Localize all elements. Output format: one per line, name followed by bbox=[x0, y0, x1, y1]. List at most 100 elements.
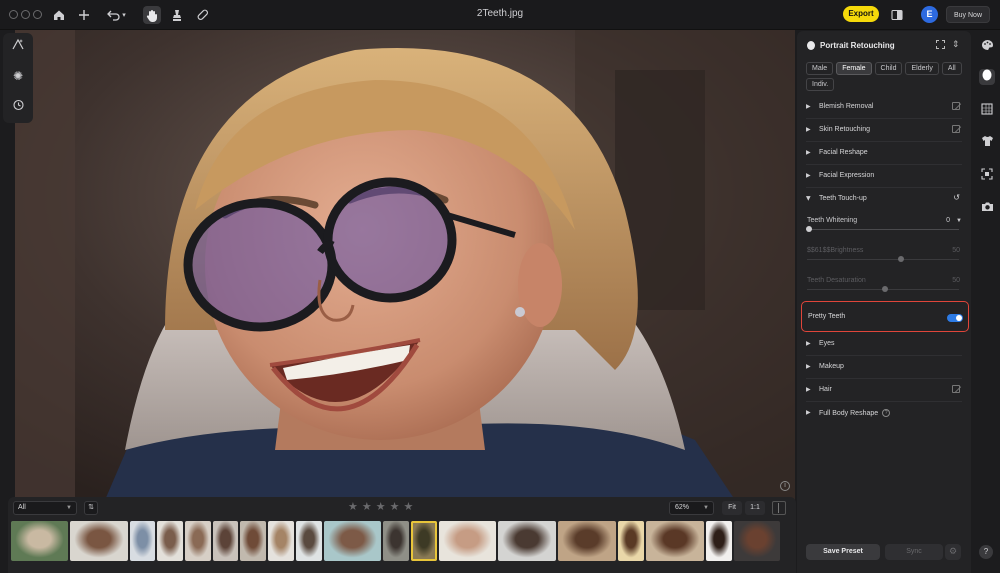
palette-icon[interactable] bbox=[979, 39, 995, 55]
thumbnail[interactable] bbox=[411, 521, 437, 561]
thumbnail[interactable] bbox=[157, 521, 183, 561]
section-makeup[interactable]: ▶ Makeup bbox=[806, 356, 962, 379]
tab-male[interactable]: Male bbox=[806, 62, 834, 75]
thumbnail[interactable] bbox=[498, 521, 556, 561]
section-label-text: Full Body Reshape bbox=[819, 409, 879, 417]
panel-header: Portrait Retouching ⇕ bbox=[797, 31, 971, 59]
edit-icon[interactable] bbox=[952, 102, 960, 110]
slider-label: $$61$$Brightness bbox=[807, 247, 864, 254]
clothing-icon[interactable] bbox=[979, 135, 995, 151]
thumbnail[interactable] bbox=[130, 521, 155, 561]
buy-now-button[interactable]: Buy Now bbox=[946, 6, 990, 23]
close-window-button[interactable] bbox=[9, 10, 18, 19]
crop-focus-icon[interactable] bbox=[979, 168, 995, 184]
portrait-photo bbox=[15, 30, 795, 500]
background-icon[interactable] bbox=[979, 103, 995, 119]
undo-history-chevron-icon[interactable]: ▾ bbox=[120, 7, 128, 23]
fit-button[interactable]: Fit bbox=[722, 501, 742, 515]
ai-magic-icon[interactable] bbox=[10, 38, 26, 54]
pretty-teeth-toggle[interactable] bbox=[947, 314, 963, 322]
chevron-down-icon: ▼ bbox=[703, 505, 709, 511]
help-icon[interactable]: ? bbox=[882, 409, 891, 417]
star-icon[interactable]: ★ bbox=[362, 500, 372, 513]
teeth-brightness-slider: $$61$$Brightness 50 bbox=[806, 247, 962, 275]
info-icon[interactable]: i bbox=[780, 481, 790, 491]
adjust-light-icon[interactable]: ✺ bbox=[10, 68, 26, 84]
help-icon[interactable]: ? bbox=[979, 545, 993, 559]
zoom-select[interactable]: 62% ▼ bbox=[669, 501, 714, 515]
tab-individual[interactable]: Indiv. bbox=[806, 78, 835, 91]
face-select-icon[interactable] bbox=[936, 40, 945, 49]
star-icon[interactable]: ★ bbox=[404, 500, 414, 513]
expand-collapse-icon[interactable]: ⇕ bbox=[952, 39, 960, 50]
reset-icon[interactable]: ↺ bbox=[953, 193, 960, 202]
section-teeth-touch-up[interactable]: ▼ Teeth Touch-up ↺ bbox=[806, 188, 962, 211]
zoom-window-button[interactable] bbox=[33, 10, 42, 19]
portrait-icon[interactable] bbox=[979, 69, 995, 85]
user-avatar[interactable]: E bbox=[921, 6, 938, 23]
star-icon[interactable]: ★ bbox=[376, 500, 386, 513]
thumbnail[interactable] bbox=[324, 521, 381, 561]
save-preset-button[interactable]: Save Preset bbox=[806, 544, 880, 560]
section-facial-reshape[interactable]: ▶ Facial Reshape bbox=[806, 142, 962, 165]
tab-elderly[interactable]: Elderly bbox=[905, 62, 939, 75]
photo-canvas[interactable] bbox=[15, 30, 795, 500]
section-facial-expression[interactable]: ▶ Facial Expression bbox=[806, 165, 962, 188]
chevron-right-icon: ▶ bbox=[806, 126, 811, 133]
portrait-retouching-panel: Portrait Retouching ⇕ Male Female Child … bbox=[797, 31, 971, 573]
edit-icon[interactable] bbox=[952, 385, 960, 393]
sync-button[interactable]: Sync bbox=[885, 544, 943, 560]
thumbnail[interactable] bbox=[11, 521, 68, 561]
minimize-window-button[interactable] bbox=[21, 10, 30, 19]
teeth-whitening-slider[interactable]: Teeth Whitening 0 ▼ bbox=[806, 217, 962, 245]
tab-child[interactable]: Child bbox=[874, 62, 903, 75]
thumbnail[interactable] bbox=[213, 521, 238, 561]
thumbnail[interactable] bbox=[646, 521, 704, 561]
thumbnail[interactable] bbox=[70, 521, 128, 561]
sync-settings-icon[interactable]: ⚙ bbox=[945, 544, 961, 560]
history-icon[interactable] bbox=[10, 99, 26, 115]
thumbnail[interactable] bbox=[558, 521, 616, 561]
chevron-right-icon: ▶ bbox=[806, 149, 811, 156]
thumbnail[interactable] bbox=[268, 521, 294, 561]
home-icon[interactable] bbox=[51, 7, 67, 23]
sort-icon[interactable]: ⇅ bbox=[84, 501, 98, 515]
slider-value: 50 bbox=[952, 277, 960, 284]
section-label: Facial Reshape bbox=[819, 149, 868, 156]
filter-select[interactable]: All ▼ bbox=[13, 501, 77, 515]
add-icon[interactable] bbox=[76, 7, 92, 23]
camera-icon[interactable] bbox=[979, 201, 995, 217]
slider-knob bbox=[882, 286, 888, 292]
clone-stamp-icon[interactable] bbox=[169, 7, 185, 23]
thumbnail[interactable] bbox=[383, 521, 409, 561]
thumbnail[interactable] bbox=[240, 521, 266, 561]
tab-all[interactable]: All bbox=[941, 62, 962, 75]
section-hair[interactable]: ▶ Hair bbox=[806, 379, 962, 402]
compare-view-icon[interactable] bbox=[772, 501, 786, 515]
chevron-down-icon[interactable]: ▼ bbox=[956, 218, 962, 224]
thumbnail[interactable] bbox=[439, 521, 496, 561]
edit-icon[interactable] bbox=[952, 125, 960, 133]
star-icon[interactable]: ★ bbox=[390, 500, 400, 513]
section-full-body-reshape[interactable]: ▶ Full Body Reshape? bbox=[806, 402, 962, 425]
thumbnail[interactable] bbox=[706, 521, 732, 561]
actual-size-button[interactable]: 1:1 bbox=[745, 501, 765, 515]
slider-knob[interactable] bbox=[806, 226, 812, 232]
export-button[interactable]: Export bbox=[843, 6, 879, 22]
section-skin-retouching[interactable]: ▶ Skin Retouching bbox=[806, 119, 962, 142]
pretty-teeth-row: Pretty Teeth bbox=[801, 301, 969, 332]
thumbnail[interactable] bbox=[618, 521, 644, 561]
tab-female[interactable]: Female bbox=[836, 62, 872, 75]
thumbnail[interactable] bbox=[734, 521, 780, 561]
thumbnail[interactable] bbox=[185, 521, 211, 561]
thumbnail[interactable] bbox=[296, 521, 322, 561]
panel-title: Portrait Retouching bbox=[820, 41, 895, 50]
section-eyes[interactable]: ▶ Eyes bbox=[806, 333, 962, 356]
face-icon bbox=[807, 41, 815, 50]
hand-tool-icon[interactable] bbox=[143, 6, 161, 24]
bandage-icon[interactable] bbox=[195, 7, 211, 23]
panel-toggle-icon[interactable] bbox=[889, 7, 905, 23]
right-tool-rail bbox=[974, 31, 1000, 573]
star-icon[interactable]: ★ bbox=[348, 500, 358, 513]
section-blemish-removal[interactable]: ▶ Blemish Removal bbox=[806, 96, 962, 119]
